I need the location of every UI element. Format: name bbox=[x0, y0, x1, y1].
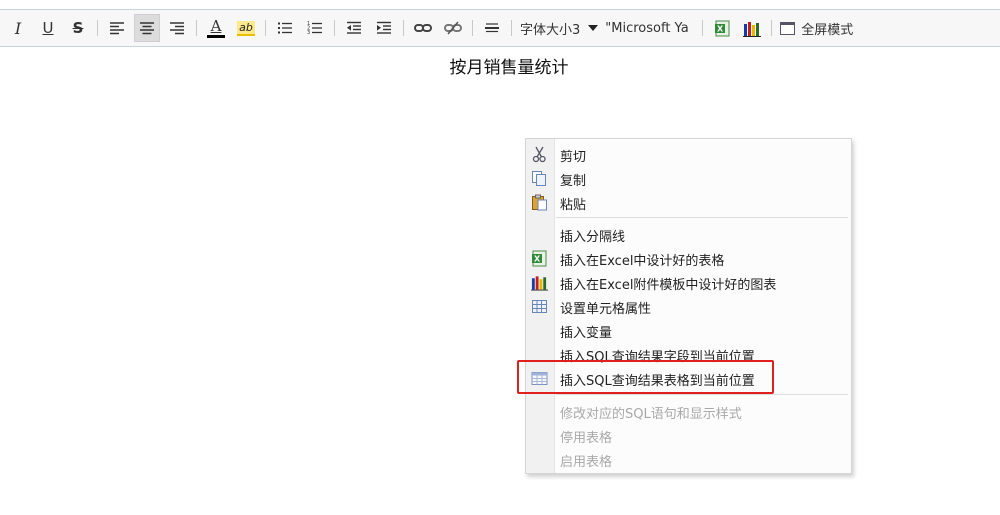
menu-item-insert-divider[interactable]: 插入分隔线 bbox=[526, 222, 851, 246]
highlight-icon: ab bbox=[237, 20, 255, 36]
table-grid-icon bbox=[532, 300, 547, 313]
align-left-button[interactable] bbox=[104, 14, 130, 42]
menu-item-label: 插入分隔线 bbox=[560, 230, 626, 245]
bar-chart-icon bbox=[531, 276, 548, 291]
menu-item-paste[interactable]: 粘贴 bbox=[526, 190, 851, 214]
menu-item-label: 设置单元格属性 bbox=[560, 302, 652, 317]
menu-item-label: 粘贴 bbox=[560, 198, 587, 213]
menu-separator bbox=[556, 217, 848, 218]
indent-button[interactable] bbox=[371, 14, 397, 42]
menu-item-disable-table: 停用表格 bbox=[526, 423, 851, 447]
text-color-icon: A bbox=[210, 16, 222, 35]
bullet-list-button[interactable] bbox=[272, 14, 298, 42]
insert-link-button[interactable] bbox=[410, 14, 436, 42]
fullscreen-button[interactable]: 全屏模式 bbox=[776, 19, 857, 38]
font-size-label: 字体大小3 bbox=[520, 22, 581, 38]
numbered-list-icon: 123 bbox=[307, 21, 322, 35]
menu-item-label: 剪切 bbox=[560, 150, 587, 165]
remove-link-button[interactable] bbox=[440, 14, 466, 42]
menu-item-label: 停用表格 bbox=[560, 431, 613, 446]
menu-item-copy[interactable]: 复制 bbox=[526, 166, 851, 190]
align-right-icon bbox=[170, 22, 184, 35]
scissors-icon bbox=[532, 146, 546, 163]
menu-item-insert-excel-table[interactable]: X 插入在Excel中设计好的表格 bbox=[526, 246, 851, 270]
align-left-icon bbox=[110, 22, 124, 35]
align-right-button[interactable] bbox=[164, 14, 190, 42]
menu-item-cut[interactable]: 剪切 bbox=[526, 142, 851, 166]
menu-item-label: 复制 bbox=[560, 174, 587, 189]
menu-item-label: 启用表格 bbox=[560, 455, 613, 470]
insert-excel-chart-button[interactable] bbox=[739, 14, 765, 42]
indent-icon bbox=[377, 21, 391, 34]
menu-separator bbox=[556, 394, 848, 395]
strikethrough-icon: S bbox=[72, 19, 84, 37]
outdent-icon bbox=[347, 21, 361, 34]
link-icon bbox=[414, 24, 432, 32]
paste-icon bbox=[532, 194, 547, 211]
font-family-dropdown[interactable]: "Microsoft Ya bbox=[602, 21, 698, 36]
menu-item-label: 修改对应的SQL语句和显示样式 bbox=[560, 407, 742, 422]
fullscreen-label: 全屏模式 bbox=[801, 22, 854, 38]
underline-button[interactable]: U bbox=[35, 14, 61, 42]
copy-icon bbox=[532, 171, 546, 186]
editor-toolbar: I U S A ab 123 字体大小3 "Microsoft Ya X 全屏模… bbox=[0, 10, 1000, 47]
svg-text:X: X bbox=[717, 24, 724, 33]
menu-item-label: 插入在Excel附件模板中设计好的图表 bbox=[560, 278, 777, 293]
document-title: 按月销售量统计 bbox=[449, 58, 569, 78]
text-color-button[interactable]: A bbox=[203, 14, 229, 42]
bar-chart-icon bbox=[743, 21, 762, 37]
toolbar-separator bbox=[403, 20, 404, 36]
toolbar-separator bbox=[702, 20, 704, 36]
toolbar-separator bbox=[771, 20, 773, 36]
italic-icon: I bbox=[14, 18, 22, 38]
font-size-dropdown[interactable]: 字体大小3 bbox=[516, 19, 602, 38]
numbered-list-button[interactable]: 123 bbox=[302, 14, 328, 42]
text-color-bar bbox=[207, 34, 225, 38]
menu-item-insert-variable[interactable]: 插入变量 bbox=[526, 318, 851, 342]
align-center-icon bbox=[140, 22, 154, 35]
toolbar-separator bbox=[511, 20, 512, 36]
horizontal-rule-icon bbox=[485, 23, 499, 33]
menu-item-insert-excel-chart[interactable]: 插入在Excel附件模板中设计好的图表 bbox=[526, 270, 851, 294]
context-menu: 剪切 复制 粘贴 插入分隔线 X 插入在Excel中设计好的表格 插入在Exce… bbox=[525, 138, 852, 474]
bullet-list-icon bbox=[278, 22, 292, 34]
menu-item-enable-table: 启用表格 bbox=[526, 447, 851, 471]
svg-text:X: X bbox=[534, 255, 541, 264]
toolbar-separator bbox=[196, 20, 197, 36]
toolbar-separator bbox=[472, 20, 473, 36]
font-family-value: "Microsoft Ya bbox=[605, 20, 689, 36]
unlink-icon bbox=[444, 21, 462, 35]
toolbar-separator bbox=[265, 20, 266, 36]
chevron-down-icon bbox=[588, 25, 599, 31]
menu-item-cell-properties[interactable]: 设置单元格属性 bbox=[526, 294, 851, 318]
underline-icon: U bbox=[42, 19, 54, 37]
excel-icon: X bbox=[532, 250, 547, 267]
italic-button[interactable]: I bbox=[5, 14, 31, 42]
align-center-button[interactable] bbox=[134, 14, 160, 42]
menu-item-edit-sql: 修改对应的SQL语句和显示样式 bbox=[526, 399, 851, 423]
menu-item-label: 插入在Excel中设计好的表格 bbox=[560, 254, 725, 269]
excel-icon: X bbox=[714, 20, 730, 36]
horizontal-rule-button[interactable] bbox=[479, 14, 505, 42]
toolbar-separator bbox=[334, 20, 335, 36]
insert-excel-table-button[interactable]: X bbox=[709, 14, 735, 42]
toolbar-separator bbox=[97, 20, 98, 36]
svg-text:3: 3 bbox=[307, 30, 310, 35]
highlight-color-button[interactable]: ab bbox=[233, 14, 259, 42]
outdent-button[interactable] bbox=[341, 14, 367, 42]
menu-item-label: 插入变量 bbox=[560, 326, 613, 341]
window-icon bbox=[780, 21, 796, 35]
highlight-box bbox=[517, 360, 774, 394]
strikethrough-button[interactable]: S bbox=[65, 14, 91, 42]
